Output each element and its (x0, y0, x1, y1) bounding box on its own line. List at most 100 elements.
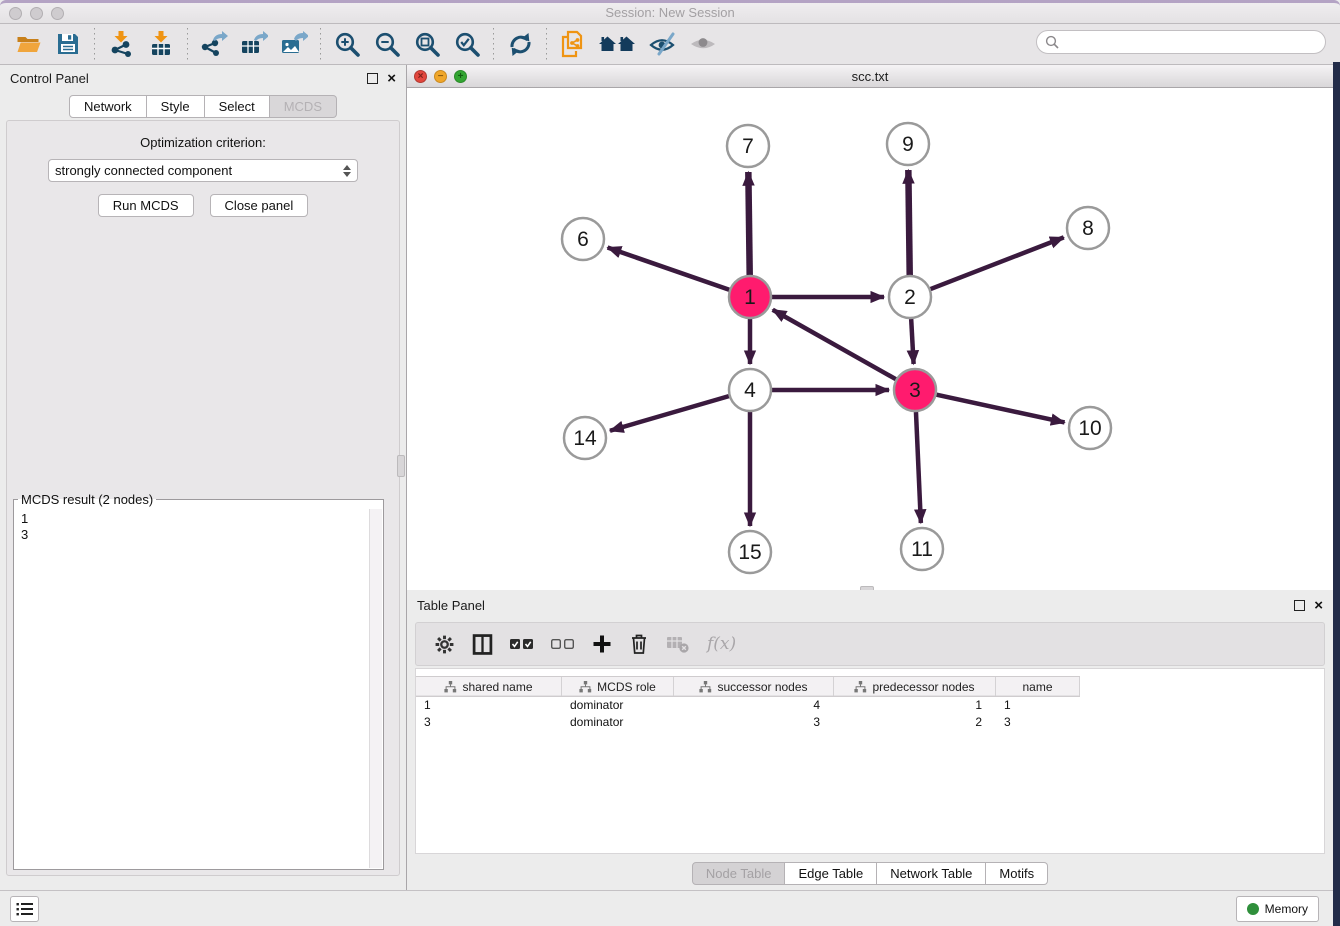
table-row[interactable]: 3 dominator 3 2 3 (416, 714, 1080, 731)
float-table-panel-icon[interactable] (1294, 600, 1305, 611)
edge-1-6[interactable] (608, 248, 730, 290)
import-table-icon[interactable] (146, 29, 176, 59)
column-header-predecessor-nodes[interactable]: predecessor nodes (834, 677, 996, 696)
task-history-button[interactable] (10, 896, 39, 922)
edge-4-14[interactable] (610, 396, 729, 431)
refresh-layout-icon[interactable] (505, 29, 535, 59)
add-column-icon[interactable] (592, 634, 612, 654)
column-header-shared-name[interactable]: shared name (416, 677, 562, 696)
network-canvas[interactable]: 7968124314101511 (407, 88, 1333, 590)
window-close-button[interactable] (9, 7, 22, 20)
network-title: scc.txt (407, 69, 1333, 84)
edge-3-10[interactable] (936, 395, 1064, 423)
node-label-4: 4 (744, 379, 756, 402)
mcds-result-box: MCDS result (2 nodes) 1 3 (13, 492, 384, 870)
function-builder-icon: f(x) (707, 634, 736, 654)
select-stepper-icon (343, 165, 351, 177)
column-header-name[interactable]: name (996, 677, 1080, 696)
cell-shared-name[interactable]: 1 (416, 697, 562, 714)
table-row[interactable]: 1 dominator 4 1 1 (416, 697, 1080, 714)
tab-edge-table[interactable]: Edge Table (785, 862, 877, 885)
tab-style[interactable]: Style (147, 95, 205, 118)
attribute-icon (444, 681, 457, 693)
unselect-all-icon[interactable] (551, 637, 575, 651)
float-panel-icon[interactable] (367, 73, 378, 84)
zoom-selected-icon[interactable] (452, 29, 482, 59)
export-image-icon[interactable] (279, 29, 309, 59)
edge-2-8[interactable] (931, 237, 1064, 289)
edge-3-11[interactable] (916, 412, 921, 523)
tab-motifs[interactable]: Motifs (986, 862, 1048, 885)
tab-network-table[interactable]: Network Table (877, 862, 986, 885)
network-window-titlebar[interactable]: × − + scc.txt (407, 65, 1333, 88)
window-title: Session: New Session (0, 3, 1340, 23)
result-scrollbar[interactable] (369, 509, 382, 868)
panel-splitter-grip[interactable] (397, 455, 405, 477)
window-zoom-button[interactable] (51, 7, 64, 20)
column-header-mcds-role[interactable]: MCDS role (562, 677, 674, 696)
node-label-3: 3 (909, 379, 921, 402)
import-network-icon[interactable] (106, 29, 136, 59)
cell-shared-name[interactable]: 3 (416, 714, 562, 731)
cell-mcds-role[interactable]: dominator (562, 714, 674, 731)
control-panel-tabs: Network Style Select MCDS (0, 95, 406, 118)
criterion-select-value: strongly connected component (55, 163, 232, 178)
app-titlebar: Session: New Session (0, 0, 1340, 24)
cell-successor-nodes[interactable]: 3 (674, 714, 834, 731)
network-minimize-button[interactable]: − (434, 70, 447, 83)
delete-column-icon[interactable] (629, 633, 649, 655)
search-input[interactable] (1036, 30, 1326, 54)
node-label-15: 15 (738, 541, 761, 564)
tab-select[interactable]: Select (205, 95, 270, 118)
window-minimize-button[interactable] (30, 7, 43, 20)
close-panel-button[interactable]: Close panel (210, 194, 309, 217)
edge-2-9[interactable] (908, 170, 909, 275)
zoom-in-icon[interactable] (332, 29, 362, 59)
zoom-fit-icon[interactable] (412, 29, 442, 59)
export-table-icon[interactable] (239, 29, 269, 59)
cell-predecessor-nodes[interactable]: 2 (834, 714, 996, 731)
toolbar-separator (320, 28, 321, 60)
criterion-select[interactable]: strongly connected component (48, 159, 358, 182)
table-panel-title: Table Panel (417, 598, 485, 613)
tab-node-table[interactable]: Node Table (692, 862, 786, 885)
table-toolbar: f(x) (415, 622, 1325, 666)
cell-successor-nodes[interactable]: 4 (674, 697, 834, 714)
edge-1-7[interactable] (748, 172, 749, 275)
node-label-1: 1 (744, 286, 756, 309)
select-all-icon[interactable] (510, 637, 534, 651)
column-header-successor-nodes[interactable]: successor nodes (674, 677, 834, 696)
run-mcds-button[interactable]: Run MCDS (98, 194, 194, 217)
network-close-button[interactable]: × (414, 70, 427, 83)
table-settings-icon[interactable] (434, 634, 455, 655)
cell-predecessor-nodes[interactable]: 1 (834, 697, 996, 714)
cell-name[interactable]: 3 (996, 714, 1080, 731)
status-bar: Memory (0, 890, 1333, 926)
save-session-icon[interactable] (53, 29, 83, 59)
column-manager-icon[interactable] (472, 634, 493, 655)
control-panel-title: Control Panel (10, 71, 89, 86)
open-session-icon[interactable] (13, 29, 43, 59)
cell-name[interactable]: 1 (996, 697, 1080, 714)
tab-mcds[interactable]: MCDS (270, 95, 337, 118)
export-network-icon[interactable] (199, 29, 229, 59)
edge-3-1[interactable] (773, 310, 896, 379)
cell-mcds-role[interactable]: dominator (562, 697, 674, 714)
attribute-icon (579, 681, 592, 693)
close-panel-icon[interactable]: × (387, 73, 396, 84)
memory-button[interactable]: Memory (1236, 896, 1319, 922)
show-details-icon[interactable] (688, 29, 718, 59)
toolbar-separator (94, 28, 95, 60)
zoom-out-icon[interactable] (372, 29, 402, 59)
tab-network[interactable]: Network (69, 95, 147, 118)
network-maximize-button[interactable]: + (454, 70, 467, 83)
show-all-icon[interactable] (598, 29, 638, 59)
clone-network-icon[interactable] (558, 29, 588, 59)
node-label-14: 14 (573, 427, 597, 450)
optimization-criterion-label: Optimization criterion: (7, 135, 399, 150)
node-label-2: 2 (904, 286, 916, 309)
hide-details-icon[interactable] (648, 29, 678, 59)
close-table-panel-icon[interactable]: × (1314, 600, 1323, 611)
edge-2-3[interactable] (911, 319, 913, 364)
node-label-8: 8 (1082, 217, 1094, 240)
